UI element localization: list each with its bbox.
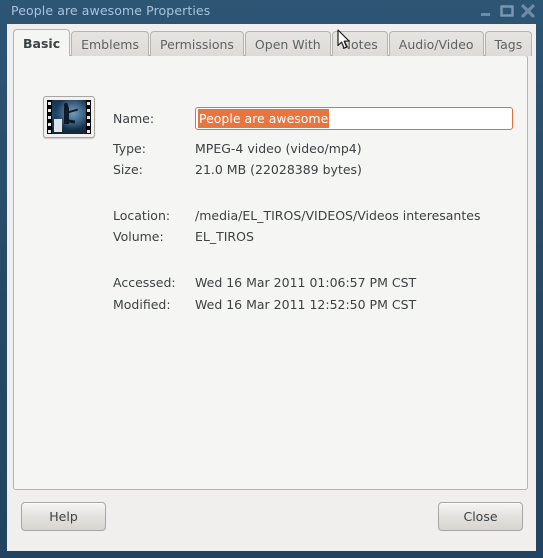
tab-audio-video[interactable]: Audio/Video — [388, 31, 484, 56]
basic-tab-panel: Name: People are awesome Type: MPEG-4 vi… — [13, 55, 528, 490]
tab-tags[interactable]: Tags — [484, 31, 533, 56]
tab-tags-label: Tags — [494, 36, 523, 52]
close-button-label: Close — [463, 509, 498, 524]
film-strip-right — [86, 100, 91, 134]
thumb-shape-highlight — [54, 119, 62, 132]
thumbnail-image — [52, 100, 86, 134]
file-thumbnail-icon[interactable] — [43, 96, 95, 138]
tab-basic-label: Basic — [23, 35, 61, 51]
tab-audio-video-label: Audio/Video — [398, 36, 474, 52]
location-value: /media/EL_TIROS/VIDEOS/Videos interesant… — [195, 208, 481, 223]
thumb-shape-arm — [68, 108, 78, 114]
tab-permissions-label: Permissions — [159, 36, 234, 52]
tab-basic[interactable]: Basic — [13, 29, 71, 56]
type-value: MPEG-4 video (video/mp4) — [195, 141, 362, 156]
window-controls — [479, 4, 535, 18]
location-label: Location: — [113, 208, 171, 223]
tab-notes-label: Notes — [341, 36, 378, 52]
close-button[interactable]: Close — [438, 502, 523, 531]
accessed-value: Wed 16 Mar 2011 01:06:57 PM CST — [195, 275, 417, 290]
volume-value: EL_TIROS — [195, 229, 254, 244]
help-button[interactable]: Help — [21, 502, 106, 531]
tab-open-with-label: Open With — [254, 36, 321, 52]
window-title: People are awesome Properties — [11, 3, 211, 18]
tab-open-with[interactable]: Open With — [244, 31, 331, 56]
tab-bar: Basic Emblems Permissions Open With Note… — [13, 29, 533, 56]
dialog-body: Basic Emblems Permissions Open With Note… — [7, 24, 536, 551]
name-input[interactable]: People are awesome — [195, 107, 513, 130]
tab-notes[interactable]: Notes — [331, 31, 388, 56]
tab-emblems-label: Emblems — [81, 36, 139, 52]
film-strip-left — [47, 100, 52, 134]
size-label: Size: — [113, 162, 143, 177]
name-input-value: People are awesome — [198, 109, 330, 128]
properties-window: People are awesome Properties Basic Embl… — [0, 0, 543, 558]
title-bar[interactable]: People are awesome Properties — [0, 0, 543, 24]
modified-value: Wed 16 Mar 2011 12:52:50 PM CST — [195, 297, 417, 312]
close-icon[interactable] — [521, 4, 535, 18]
video-thumbnail — [47, 100, 91, 134]
help-button-label: Help — [49, 509, 78, 524]
volume-label: Volume: — [113, 229, 164, 244]
size-value: 21.0 MB (22028389 bytes) — [195, 162, 362, 177]
name-label: Name: — [113, 111, 155, 126]
maximize-icon[interactable] — [500, 4, 514, 18]
type-label: Type: — [113, 141, 146, 156]
modified-label: Modified: — [113, 297, 171, 312]
tab-permissions[interactable]: Permissions — [149, 31, 244, 56]
minimize-icon[interactable] — [479, 4, 493, 18]
tab-emblems[interactable]: Emblems — [71, 31, 149, 56]
accessed-label: Accessed: — [113, 275, 176, 290]
